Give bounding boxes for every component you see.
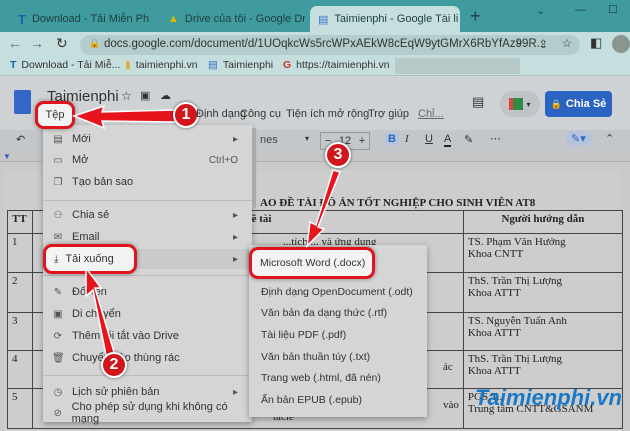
arrow-step-3: [305, 169, 342, 249]
annotation-arrows: [71, 104, 342, 357]
menu-extensions[interactable]: Tiện ích mở rộng: [286, 108, 369, 120]
step-badge-3: 3: [325, 142, 351, 168]
menu-format[interactable]: Định dạng: [196, 108, 246, 120]
menu-tools[interactable]: Công cụ: [240, 108, 281, 120]
step-badge-2: 2: [101, 352, 127, 378]
menu-help[interactable]: Trợ giúp: [368, 108, 409, 120]
taimienphi-watermark-logo: Taimienphi.vn: [474, 385, 622, 410]
arrow-step-2: [85, 265, 115, 357]
arrow-step-1: [71, 104, 176, 130]
menu-last-edit[interactable]: Chỉ...: [418, 108, 444, 120]
